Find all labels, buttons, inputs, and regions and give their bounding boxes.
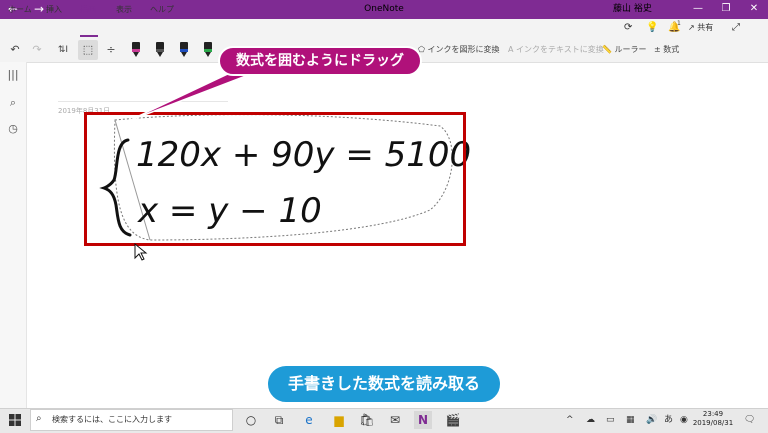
onedrive-icon[interactable]: ☁ xyxy=(586,414,595,426)
mail-icon[interactable]: ✉ xyxy=(386,411,404,429)
caption-banner: 手書きした数式を読み取る xyxy=(266,364,502,404)
battery-icon[interactable]: ▭ xyxy=(606,414,615,426)
store-icon[interactable]: 🛍 xyxy=(358,411,376,429)
task-view-icon[interactable]: ⧉ xyxy=(270,411,288,429)
onenote-app-icon[interactable]: N xyxy=(414,411,432,429)
volume-icon[interactable]: 🔊 xyxy=(646,414,657,426)
tray-chevron-icon[interactable]: ^ xyxy=(566,414,574,426)
video-editor-icon[interactable]: 🎬 xyxy=(444,411,462,429)
clock-time: 23:49 xyxy=(702,410,724,418)
action-center-icon[interactable]: 🗨 xyxy=(744,414,755,426)
ime-mode-icon[interactable]: あ xyxy=(664,414,673,426)
file-explorer-icon[interactable]: ▆ xyxy=(330,411,348,429)
windows-start-icon[interactable] xyxy=(9,414,21,426)
edge-browser-icon[interactable]: e xyxy=(300,411,318,429)
network-icon[interactable]: ▦ xyxy=(626,414,635,426)
taskbar-search-placeholder: 検索するには、ここに入力します xyxy=(52,415,172,424)
security-icon[interactable]: ◉ xyxy=(680,414,688,426)
search-icon: ⌕ xyxy=(36,413,42,424)
taskbar-clock[interactable]: 23:49 2019/08/31 xyxy=(690,410,736,428)
cortana-icon[interactable]: ○ xyxy=(242,411,260,429)
clock-date: 2019/08/31 xyxy=(692,419,734,427)
